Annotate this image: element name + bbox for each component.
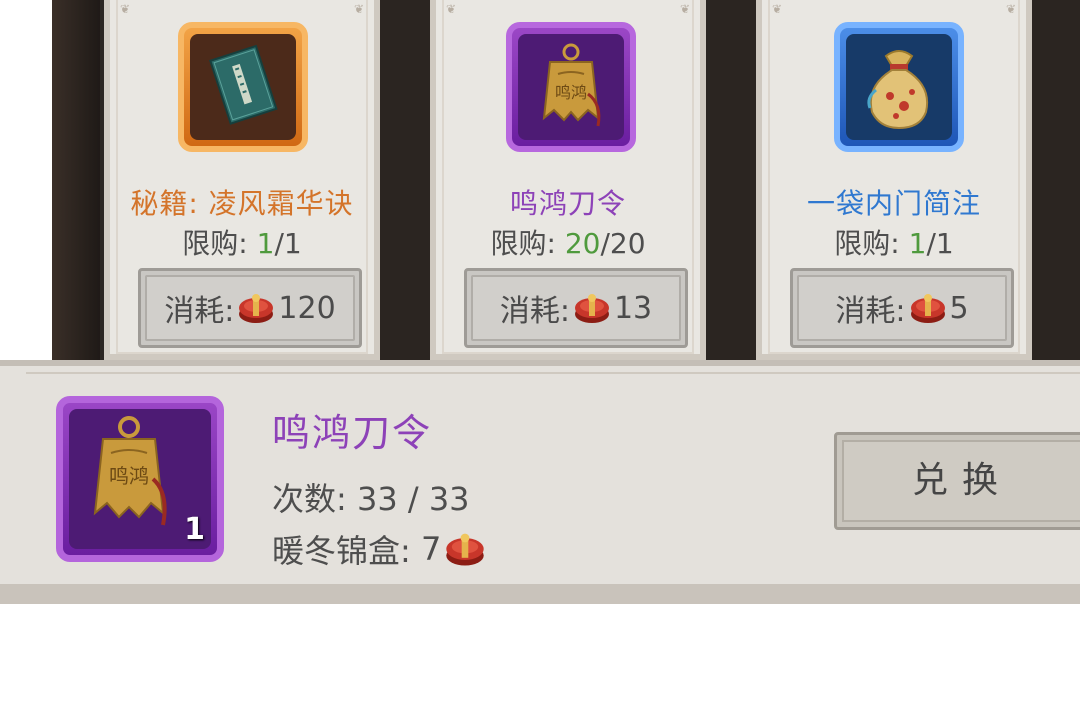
item-quantity: 1 — [184, 512, 205, 547]
item-purchase-limit: 限购: 1/1 — [834, 227, 954, 260]
cost-button[interactable]: 消耗: 120 — [138, 268, 362, 348]
item-frame-blue[interactable] — [834, 22, 964, 152]
shop-card-blade-token[interactable]: ❦ ❦ 鸣鸿 鸣鸿刀令 限购: 20/20 消耗: 13 — [430, 0, 706, 360]
item-frame-purple[interactable]: 鸣鸿 — [506, 22, 636, 152]
corner-ornament: ❦ — [445, 2, 457, 16]
cost-button[interactable]: 消耗: 5 — [790, 268, 1014, 348]
detail-panel-bottom-border — [0, 584, 1080, 604]
item-frame-orange[interactable] — [178, 22, 308, 152]
exchange-button-label: 兑换 — [911, 460, 1012, 501]
book-icon — [190, 34, 296, 140]
cost-button[interactable]: 消耗: 13 — [464, 268, 688, 348]
item-name: 秘籍: 凌风霜华诀 — [130, 187, 354, 220]
corner-ornament: ❦ — [119, 2, 131, 16]
brocade-box-icon — [443, 529, 487, 569]
selected-item-frame[interactable]: 鸣鸿 1 — [56, 396, 224, 562]
exchange-times: 次数: 33 / 33 — [272, 480, 470, 518]
shop-left-border — [52, 0, 100, 360]
brocade-box-icon — [572, 290, 612, 326]
cost-label: 消耗: — [835, 294, 906, 329]
item-purchase-limit: 限购: 1/1 — [182, 227, 302, 260]
cloth-bag-icon — [846, 34, 952, 140]
cost-value: 13 — [613, 290, 653, 326]
brocade-box-icon — [908, 290, 948, 326]
selected-item-name: 鸣鸿刀令 — [272, 411, 433, 455]
item-purchase-limit: 限购: 20/20 — [490, 227, 646, 260]
item-name: 鸣鸿刀令 — [509, 187, 626, 220]
corner-ornament: ❦ — [1005, 2, 1017, 16]
svg-text:鸣鸿: 鸣鸿 — [555, 83, 587, 102]
cost-value: 120 — [278, 290, 336, 326]
cost-value: 5 — [949, 290, 969, 326]
svg-text:鸣鸿: 鸣鸿 — [109, 464, 149, 488]
brocade-box-balance: 暖冬锦盒: 7 — [272, 526, 489, 572]
exchange-detail-panel: 鸣鸿 1 鸣鸿刀令 次数: 33 / 33 暖冬锦盒: 7 兑换 — [0, 360, 1080, 604]
corner-ornament: ❦ — [771, 2, 783, 16]
bell-token-icon: 鸣鸿 — [518, 34, 624, 140]
corner-ornament: ❦ — [353, 2, 365, 16]
item-name: 一袋内门简注 — [806, 187, 981, 220]
shop-card-secret-manual[interactable]: ❦ ❦ 秘籍: 凌风霜华诀 限购: 1/1 消耗: 120 — [104, 0, 380, 360]
cost-label: 消耗: — [164, 294, 235, 329]
corner-ornament: ❦ — [679, 2, 691, 16]
cost-label: 消耗: — [499, 294, 570, 329]
brocade-box-icon — [236, 290, 276, 326]
exchange-button[interactable]: 兑换 — [834, 432, 1080, 530]
shop-card-notes-bag[interactable]: ❦ ❦ 一袋内门简注 限购: 1/1 消耗: 5 — [756, 0, 1032, 360]
